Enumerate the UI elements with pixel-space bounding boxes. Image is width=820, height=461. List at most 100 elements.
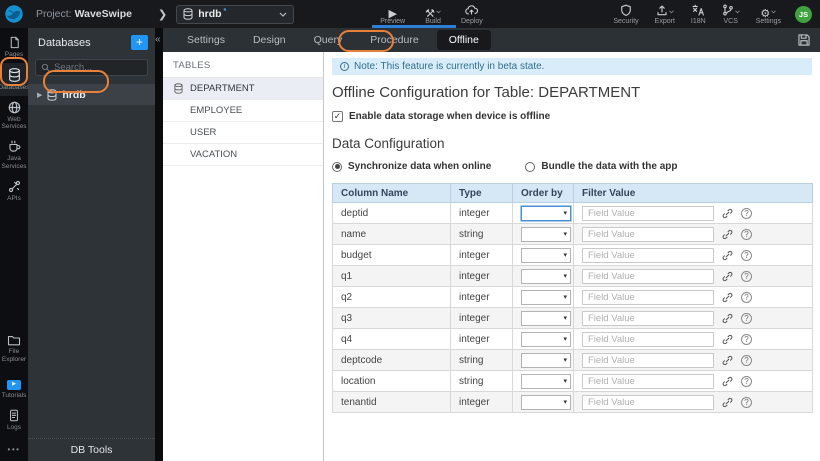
db-tools-button[interactable]: DB Tools: [28, 438, 155, 461]
filter-value-input[interactable]: [582, 373, 714, 389]
tab-design[interactable]: Design: [243, 31, 296, 49]
add-database-button[interactable]: +: [131, 35, 148, 50]
filter-value-input[interactable]: [582, 226, 714, 242]
deploy-button[interactable]: Deploy: [461, 4, 483, 25]
sidebar-item-file-explorer[interactable]: File Explorer: [0, 329, 28, 368]
link-icon[interactable]: [722, 250, 733, 261]
radio-bundle-the-data-with-the-app[interactable]: Bundle the data with the app: [525, 161, 677, 172]
order-by-select[interactable]: ▾: [521, 247, 571, 263]
column-name-cell: budget: [332, 244, 451, 266]
link-icon[interactable]: [722, 229, 733, 240]
table-item-user[interactable]: USER: [163, 122, 323, 144]
sidebar-item-label: File Explorer: [1, 347, 27, 363]
filter-value-input[interactable]: [582, 394, 714, 410]
deploy-icon: [465, 4, 479, 16]
search-input[interactable]: [54, 62, 142, 73]
help-icon[interactable]: ?: [741, 333, 752, 345]
table-item-department[interactable]: DEPARTMENT: [163, 78, 323, 100]
tab-query[interactable]: Query: [304, 31, 353, 49]
link-icon[interactable]: [722, 208, 733, 219]
help-icon[interactable]: ?: [741, 228, 752, 240]
sidebar-item-apis[interactable]: APIs: [0, 175, 28, 207]
order-by-select[interactable]: ▾: [521, 205, 571, 221]
databases-panel: Databases + ▶ hrdb DB Tools: [28, 28, 155, 461]
order-by-select[interactable]: ▾: [521, 373, 571, 389]
sidebar-item-logs[interactable]: Logs: [0, 404, 28, 436]
order-by-select[interactable]: ▾: [521, 226, 571, 242]
chevron-down-icon: [734, 4, 740, 14]
more-options-button[interactable]: •••: [0, 436, 28, 461]
save-button[interactable]: [795, 31, 813, 49]
filter-value-input[interactable]: [582, 247, 714, 263]
logs-icon: [8, 409, 20, 422]
sidebar-item-pages[interactable]: Pages: [0, 31, 28, 63]
sidebar-item-java-services[interactable]: Java Services: [0, 135, 28, 175]
sidebar-item-web-services[interactable]: Web Services: [0, 96, 28, 136]
link-icon[interactable]: [722, 355, 733, 366]
filter-value-input[interactable]: [582, 205, 714, 221]
help-icon[interactable]: ?: [741, 249, 752, 261]
help-icon[interactable]: ?: [741, 375, 752, 387]
filter-value-input[interactable]: [582, 331, 714, 347]
order-by-select[interactable]: ▾: [521, 394, 571, 410]
link-icon[interactable]: [722, 292, 733, 303]
help-icon[interactable]: ?: [741, 396, 752, 408]
filter-value-input[interactable]: [582, 289, 714, 305]
settings-button[interactable]: ⚙ Settings: [756, 4, 781, 25]
tab-offline[interactable]: Offline: [436, 30, 491, 50]
sidebar-item-label: Pages: [4, 51, 24, 58]
radio-button-icon[interactable]: [332, 161, 342, 172]
help-icon[interactable]: ?: [741, 354, 752, 366]
i18n-button[interactable]: I18N: [691, 4, 706, 25]
user-avatar[interactable]: JS: [795, 5, 812, 23]
help-icon[interactable]: ?: [741, 207, 752, 219]
page-title: Offline Configuration for Table: DEPARTM…: [332, 84, 641, 101]
vcs-button[interactable]: VCS: [722, 4, 740, 25]
help-icon[interactable]: ?: [741, 312, 752, 324]
filter-value-input[interactable]: [582, 352, 714, 368]
order-by-select[interactable]: ▾: [521, 310, 571, 326]
tab-settings[interactable]: Settings: [177, 31, 235, 49]
table-row-q1: q1integer ▾?: [332, 265, 813, 287]
link-icon[interactable]: [722, 271, 733, 282]
project-breadcrumb: Project: WaveSwipe: [36, 8, 132, 20]
build-button[interactable]: ⚒ Build: [425, 4, 441, 25]
link-icon[interactable]: [722, 397, 733, 408]
help-icon[interactable]: ?: [741, 291, 752, 303]
link-icon[interactable]: [722, 313, 733, 324]
sidebar-item-databases[interactable]: Databases: [0, 62, 30, 96]
link-icon[interactable]: [722, 376, 733, 387]
db-selector-dropdown[interactable]: hrdb *: [176, 4, 295, 24]
table-item-vacation[interactable]: VACATION: [163, 144, 323, 166]
chevron-down-icon: [279, 12, 287, 17]
filter-value-input[interactable]: [582, 268, 714, 284]
help-icon[interactable]: ?: [741, 270, 752, 282]
radio-button-icon[interactable]: [525, 161, 536, 172]
sidebar-item-tutorials[interactable]: ▶ Tutorials: [0, 367, 28, 404]
preview-button[interactable]: ▶ Preview: [380, 4, 405, 25]
db-item-hrdb[interactable]: ▶ hrdb: [28, 84, 155, 105]
collapse-panel-icon[interactable]: «: [155, 34, 161, 45]
select-caret-icon: ▾: [563, 272, 567, 280]
filter-value-input[interactable]: [582, 310, 714, 326]
section-title: Data Configuration: [332, 136, 445, 151]
export-button[interactable]: Export: [655, 4, 675, 25]
column-name-cell: deptcode: [332, 349, 451, 371]
tables-panel-title: TABLES: [163, 52, 323, 78]
tab-procedure[interactable]: Procedure: [360, 31, 428, 49]
enable-offline-checkbox[interactable]: ✓: [332, 111, 343, 122]
database-icon: [47, 88, 57, 101]
order-by-select[interactable]: ▾: [521, 352, 571, 368]
link-icon[interactable]: [722, 334, 733, 345]
order-by-select[interactable]: ▾: [521, 289, 571, 305]
order-by-select[interactable]: ▾: [521, 331, 571, 347]
security-button[interactable]: Security: [613, 4, 639, 25]
select-caret-icon: ▾: [563, 314, 567, 322]
expand-arrow-icon[interactable]: ▶: [37, 91, 42, 99]
table-item-employee[interactable]: EMPLOYEE: [163, 100, 323, 122]
order-by-select[interactable]: ▾: [521, 268, 571, 284]
radio-synchronize-data-when-online[interactable]: Synchronize data when online: [332, 161, 491, 172]
column-name-cell: location: [332, 370, 451, 392]
select-caret-icon: ▾: [563, 398, 567, 406]
panel-splitter[interactable]: «: [155, 28, 163, 461]
